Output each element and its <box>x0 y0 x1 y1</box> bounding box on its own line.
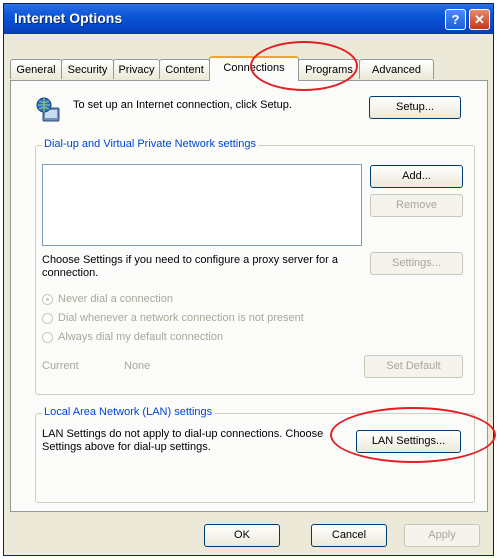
title-bar[interactable]: Internet Options ? ✕ <box>4 4 493 34</box>
apply-button[interactable]: Apply <box>404 524 480 547</box>
radio-dial-when-no-network-label: Dial whenever a network connection is no… <box>58 312 304 324</box>
window-title: Internet Options <box>14 10 123 26</box>
internet-connection-icon <box>36 97 60 122</box>
setup-description: To set up an Internet connection, click … <box>73 99 292 111</box>
tab-general[interactable]: General <box>10 59 62 79</box>
tab-programs[interactable]: Programs <box>298 59 360 79</box>
tab-advanced[interactable]: Advanced <box>359 59 434 79</box>
lan-settings-button[interactable]: LAN Settings... <box>356 430 461 453</box>
tab-security[interactable]: Security <box>61 59 114 79</box>
current-label: Current <box>42 360 79 372</box>
ok-button[interactable]: OK <box>204 524 280 547</box>
close-button[interactable]: ✕ <box>469 9 490 30</box>
connections-list[interactable] <box>42 164 362 246</box>
radio-always-dial-label: Always dial my default connection <box>58 331 224 343</box>
lan-legend: Local Area Network (LAN) settings <box>42 406 215 418</box>
help-icon: ? <box>451 12 460 27</box>
close-icon: ✕ <box>474 12 485 27</box>
current-value: None <box>124 360 151 372</box>
lan-settings-group: Local Area Network (LAN) settings LAN Se… <box>35 406 475 503</box>
radio-never-dial[interactable] <box>42 294 53 305</box>
set-default-button[interactable]: Set Default <box>364 355 463 378</box>
dialup-legend: Dial-up and Virtual Private Network sett… <box>42 138 258 150</box>
radio-always-dial[interactable] <box>42 332 53 343</box>
connections-panel: To set up an Internet connection, click … <box>10 80 488 512</box>
settings-button[interactable]: Settings... <box>370 252 463 275</box>
radio-dial-when-no-network[interactable] <box>42 313 53 324</box>
lan-description: LAN Settings do not apply to dial-up con… <box>42 428 324 453</box>
remove-button[interactable]: Remove <box>370 194 463 217</box>
add-button[interactable]: Add... <box>370 165 463 188</box>
dialup-vpn-group: Dial-up and Virtual Private Network sett… <box>35 138 475 395</box>
internet-options-window: Internet Options ? ✕ General Security Pr… <box>3 3 494 556</box>
setup-button[interactable]: Setup... <box>369 96 461 119</box>
tab-privacy[interactable]: Privacy <box>113 59 160 79</box>
help-button[interactable]: ? <box>445 9 466 30</box>
tab-connections[interactable]: Connections <box>209 56 299 81</box>
cancel-button[interactable]: Cancel <box>311 524 387 547</box>
tab-content[interactable]: Content <box>159 59 210 79</box>
proxy-description: Choose Settings if you need to configure… <box>42 254 338 279</box>
radio-never-dial-label: Never dial a connection <box>58 293 173 305</box>
